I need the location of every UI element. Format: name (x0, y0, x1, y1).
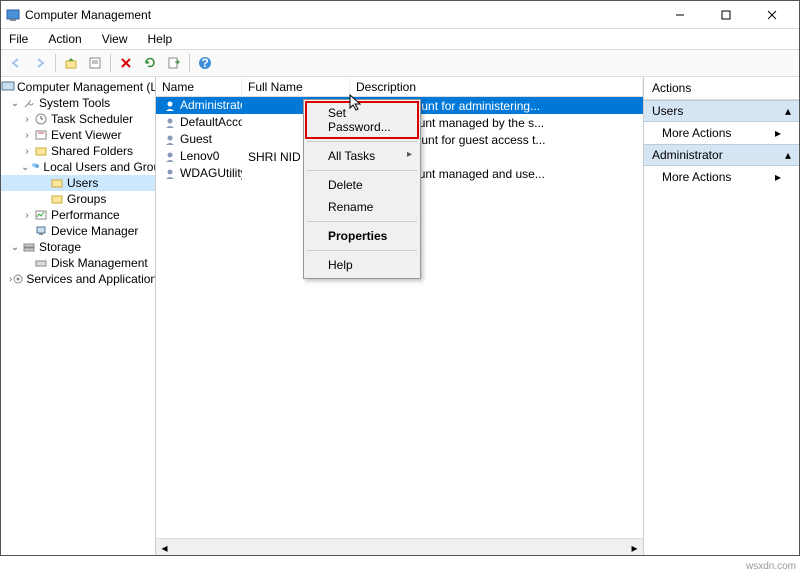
forward-button[interactable] (29, 52, 51, 74)
tree-groups[interactable]: Groups (67, 192, 106, 206)
properties-button[interactable] (84, 52, 106, 74)
horizontal-scrollbar[interactable]: ◂ ▸ (156, 538, 643, 555)
menu-view[interactable]: View (98, 30, 132, 48)
menu-properties[interactable]: Properties (306, 225, 418, 247)
help-button[interactable]: ? (194, 52, 216, 74)
event-icon (33, 128, 49, 142)
computer-icon (1, 80, 15, 94)
users-group-icon (29, 160, 41, 174)
user-icon (162, 99, 178, 113)
menu-help[interactable]: Help (144, 30, 177, 48)
close-button[interactable] (749, 2, 795, 28)
folder-icon (49, 192, 65, 206)
minimize-button[interactable] (657, 2, 703, 28)
navigation-tree[interactable]: Computer Management (Local ⌄System Tools… (1, 77, 156, 555)
list-header: Name Full Name Description (156, 77, 643, 97)
disk-icon (33, 256, 49, 270)
tools-icon (21, 96, 37, 110)
tree-performance[interactable]: Performance (51, 208, 120, 222)
services-icon (12, 272, 24, 286)
storage-icon (21, 240, 37, 254)
menu-rename[interactable]: Rename (306, 196, 418, 218)
folder-icon (33, 144, 49, 158)
user-icon (162, 150, 178, 164)
tree-disk-management[interactable]: Disk Management (51, 256, 148, 270)
svg-text:?: ? (201, 56, 208, 70)
menu-action[interactable]: Action (44, 30, 85, 48)
collapse-icon: ▴ (785, 148, 791, 162)
collapse-icon: ▴ (785, 104, 791, 118)
tree-root[interactable]: Computer Management (Local (17, 80, 156, 94)
device-icon (33, 224, 49, 238)
menu-set-password[interactable]: Set Password... (306, 102, 418, 138)
menubar: File Action View Help (1, 29, 799, 49)
refresh-button[interactable] (139, 52, 161, 74)
actions-section-users[interactable]: Users▴ (644, 100, 799, 122)
clock-icon (33, 112, 49, 126)
chevron-right-icon: ▸ (775, 170, 781, 184)
watermark: wsxdn.com (746, 561, 796, 572)
user-icon (162, 167, 178, 181)
tree-shared-folders[interactable]: Shared Folders (51, 144, 133, 158)
back-button[interactable] (5, 52, 27, 74)
window-title: Computer Management (25, 8, 657, 22)
tree-task-scheduler[interactable]: Task Scheduler (51, 112, 133, 126)
up-button[interactable] (60, 52, 82, 74)
col-description[interactable]: Description (350, 78, 643, 96)
toolbar: ? (1, 49, 799, 77)
folder-open-icon (49, 176, 65, 190)
menu-delete[interactable]: Delete (306, 174, 418, 196)
app-icon (5, 7, 21, 23)
user-icon (162, 116, 178, 130)
tree-users[interactable]: Users (67, 176, 98, 190)
performance-icon (33, 208, 49, 222)
tree-event-viewer[interactable]: Event Viewer (51, 128, 121, 142)
chevron-right-icon: ▸ (775, 126, 781, 140)
user-icon (162, 133, 178, 147)
actions-section-administrator[interactable]: Administrator▴ (644, 144, 799, 166)
actions-more-users[interactable]: More Actions▸ (644, 122, 799, 144)
actions-more-admin[interactable]: More Actions▸ (644, 166, 799, 188)
tree-local-users[interactable]: Local Users and Groups (43, 160, 156, 174)
tree-services-apps[interactable]: Services and Applications (26, 272, 156, 286)
menu-file[interactable]: File (5, 30, 32, 48)
maximize-button[interactable] (703, 2, 749, 28)
export-button[interactable] (163, 52, 185, 74)
tree-device-manager[interactable]: Device Manager (51, 224, 138, 238)
tree-storage[interactable]: Storage (39, 240, 81, 254)
menu-help[interactable]: Help (306, 254, 418, 276)
col-fullname[interactable]: Full Name (242, 78, 350, 96)
titlebar: Computer Management (1, 1, 799, 29)
col-name[interactable]: Name (156, 78, 242, 96)
delete-button[interactable] (115, 52, 137, 74)
tree-system-tools[interactable]: System Tools (39, 96, 110, 110)
actions-title: Actions (644, 77, 799, 100)
context-menu: Set Password... All Tasks Delete Rename … (303, 99, 421, 279)
menu-all-tasks[interactable]: All Tasks (306, 145, 418, 167)
actions-pane: Actions Users▴ More Actions▸ Administrat… (644, 77, 799, 555)
